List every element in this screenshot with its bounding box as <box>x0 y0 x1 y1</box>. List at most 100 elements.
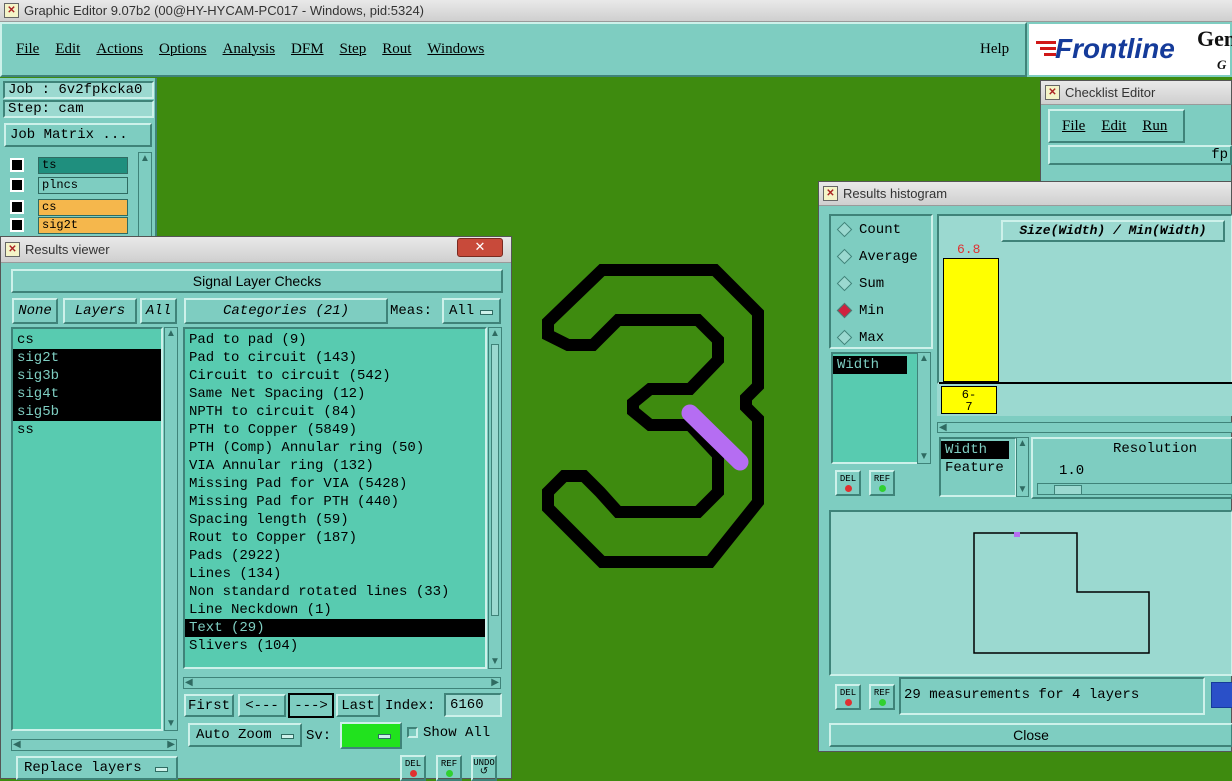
category-list-item[interactable]: NPTH to circuit (84) <box>185 403 485 421</box>
scroll-right-arrow-icon[interactable]: ▶ <box>491 677 499 688</box>
show-all-checkbox[interactable] <box>407 727 418 738</box>
menu-windows[interactable]: Windows <box>427 41 484 58</box>
histogram-hscrollbar[interactable]: ◀ <box>937 422 1232 433</box>
menu-edit[interactable]: Edit <box>55 41 80 58</box>
scroll-down-arrow-icon[interactable]: ▼ <box>1017 484 1028 496</box>
category-list-item[interactable]: Non standard rotated lines (33) <box>185 583 485 601</box>
scroll-up-arrow-icon[interactable]: ▲ <box>489 328 501 340</box>
scroll-left-arrow-icon[interactable]: ◀ <box>939 422 947 433</box>
replace-layers-dropdown[interactable]: Replace layers <box>16 756 178 780</box>
first-button[interactable]: First <box>184 694 234 717</box>
layer-list-item[interactable]: sig2t <box>13 349 161 367</box>
menu-step[interactable]: Step <box>340 41 367 58</box>
scroll-right-arrow-icon[interactable]: ▶ <box>167 739 175 750</box>
category-list-item[interactable]: Same Net Spacing (12) <box>185 385 485 403</box>
layer-checkbox[interactable] <box>10 158 24 172</box>
categories-hscrollbar[interactable]: ◀ ▶ <box>183 677 501 689</box>
menu-rout[interactable]: Rout <box>382 41 411 58</box>
last-button[interactable]: Last <box>336 694 380 717</box>
categories-button[interactable]: Categories (21) <box>184 298 388 324</box>
category-list-item[interactable]: PTH (Comp) Annular ring (50) <box>185 439 485 457</box>
category-list-item[interactable]: Missing Pad for PTH (440) <box>185 493 485 511</box>
category-list-item[interactable]: Missing Pad for VIA (5428) <box>185 475 485 493</box>
scroll-up-arrow-icon[interactable]: ▲ <box>918 353 930 365</box>
layer-list-hscrollbar[interactable]: ◀ ▶ <box>11 739 177 751</box>
measurement-list-scrollbar[interactable]: ▲ ▼ <box>917 352 931 464</box>
category-list-item[interactable]: PTH to Copper (5849) <box>185 421 485 439</box>
layer-checkbox[interactable] <box>10 218 24 232</box>
layer-list-item[interactable]: ss <box>13 421 161 439</box>
menu-help[interactable]: Help <box>980 41 1009 58</box>
width-feature-scrollbar[interactable]: ▲ ▼ <box>1016 437 1029 497</box>
index-input[interactable]: 6160 <box>444 693 502 717</box>
slider-thumb[interactable] <box>1054 485 1082 495</box>
menu-dfm[interactable]: DFM <box>291 41 324 58</box>
menu-file[interactable]: File <box>16 41 39 58</box>
histogram-close-button[interactable]: Close <box>829 723 1232 747</box>
category-list-item[interactable]: Circuit to circuit (542) <box>185 367 485 385</box>
layer-scrollbar[interactable]: ▲ <box>138 152 152 238</box>
scroll-up-arrow-icon[interactable]: ▲ <box>165 328 177 340</box>
corner-app-icon[interactable] <box>1211 682 1232 708</box>
layer-list-item[interactable]: sig3b <box>13 367 161 385</box>
job-matrix-button[interactable]: Job Matrix ... <box>4 123 152 147</box>
stat-option-count[interactable]: Count <box>831 216 931 243</box>
layer-list-item[interactable]: cs <box>13 331 161 349</box>
auto-zoom-dropdown[interactable]: Auto Zoom <box>188 723 302 747</box>
radio-diamond-icon[interactable] <box>836 275 853 292</box>
histogram-bar[interactable] <box>943 258 999 382</box>
categories-scrollbar[interactable]: ▲ ▼ <box>488 327 502 669</box>
checklist-menu-file[interactable]: File <box>1062 118 1085 135</box>
del-button[interactable]: DEL <box>400 755 426 781</box>
layer-list-scrollbar[interactable]: ▲ ▼ <box>164 327 178 731</box>
preview-ref-button[interactable]: REF <box>869 684 895 710</box>
menu-analysis[interactable]: Analysis <box>223 41 276 58</box>
preview-del-button[interactable]: DEL <box>835 684 861 710</box>
layer-list-item[interactable]: sig4t <box>13 385 161 403</box>
feature-list-item[interactable]: Feature <box>941 459 1015 477</box>
category-list-item[interactable]: Text (29) <box>185 619 485 637</box>
checklist-menu-run[interactable]: Run <box>1142 118 1167 135</box>
none-button[interactable]: None <box>12 298 58 324</box>
scroll-down-arrow-icon[interactable]: ▼ <box>918 451 930 463</box>
scroll-up-arrow-icon[interactable]: ▲ <box>139 153 151 165</box>
layer-row[interactable]: plncs <box>4 176 128 194</box>
layer-list-item[interactable]: sig5b <box>13 403 161 421</box>
menu-actions[interactable]: Actions <box>96 41 143 58</box>
ref-button[interactable]: REF <box>436 755 462 781</box>
histogram-ref-button[interactable]: REF <box>869 470 895 496</box>
stat-option-sum[interactable]: Sum <box>831 270 931 297</box>
category-list-item[interactable]: VIA Annular ring (132) <box>185 457 485 475</box>
category-list-item[interactable]: Pads (2922) <box>185 547 485 565</box>
scroll-down-arrow-icon[interactable]: ▼ <box>489 656 501 668</box>
layer-row[interactable]: ts <box>4 156 128 174</box>
category-list-item[interactable]: Pad to circuit (143) <box>185 349 485 367</box>
meas-dropdown[interactable]: All <box>442 298 501 324</box>
resolution-slider[interactable] <box>1037 483 1232 495</box>
radio-diamond-icon[interactable] <box>836 329 853 346</box>
close-button[interactable]: ✕ <box>457 238 503 257</box>
checklist-menu-edit[interactable]: Edit <box>1101 118 1126 135</box>
scroll-down-arrow-icon[interactable]: ▼ <box>165 718 177 730</box>
scroll-thumb[interactable] <box>491 344 499 616</box>
layer-row[interactable]: cs <box>4 198 128 216</box>
scroll-up-arrow-icon[interactable]: ▲ <box>1017 438 1028 450</box>
category-list-item[interactable]: Spacing length (59) <box>185 511 485 529</box>
scroll-left-arrow-icon[interactable]: ◀ <box>185 677 193 688</box>
layer-checkbox[interactable] <box>10 200 24 214</box>
previous-button[interactable]: <--- <box>238 694 286 717</box>
width-list-item[interactable]: Width <box>941 441 1009 459</box>
undo-button[interactable]: UNDO ↺ <box>471 755 497 781</box>
category-list-item[interactable]: Rout to Copper (187) <box>185 529 485 547</box>
layer-checkbox[interactable] <box>10 178 24 192</box>
radio-diamond-icon[interactable] <box>836 248 853 265</box>
menu-options[interactable]: Options <box>159 41 207 58</box>
stat-option-max[interactable]: Max <box>831 324 931 351</box>
radio-diamond-icon[interactable] <box>836 221 853 238</box>
stat-option-average[interactable]: Average <box>831 243 931 270</box>
radio-diamond-icon[interactable] <box>836 302 853 319</box>
category-list-item[interactable]: Slivers (104) <box>185 637 485 655</box>
next-button[interactable]: ---> <box>288 693 334 718</box>
layer-row[interactable]: sig2t <box>4 216 128 234</box>
sv-color-dropdown[interactable] <box>340 722 402 749</box>
